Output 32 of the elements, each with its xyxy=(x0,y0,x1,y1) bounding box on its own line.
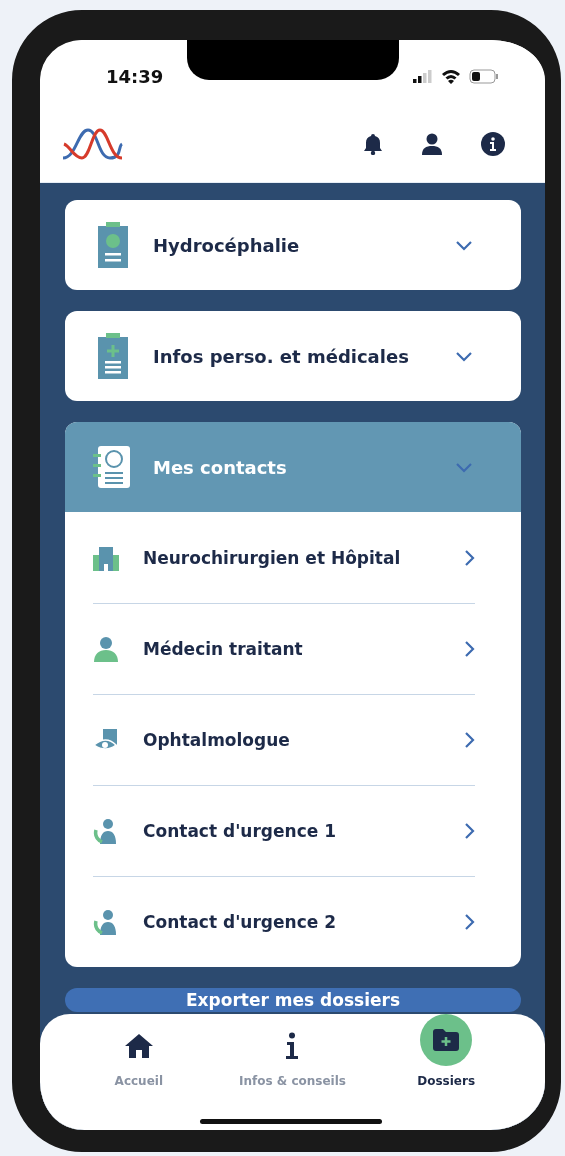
person-phone-icon xyxy=(93,818,119,844)
wifi-icon xyxy=(441,69,461,84)
profile-icon[interactable] xyxy=(421,132,443,155)
folder-add-icon xyxy=(432,1028,461,1052)
contact-item[interactable]: Médecin traitant xyxy=(93,603,475,694)
chevron-right-icon xyxy=(464,822,475,840)
signal-icon xyxy=(413,70,433,83)
export-button[interactable]: Exporter mes dossiers xyxy=(65,988,521,1012)
chevron-down-icon xyxy=(455,350,473,362)
chevron-down-icon xyxy=(455,239,473,251)
chevron-right-icon xyxy=(464,548,475,567)
contact-item[interactable]: Ophtalmologue xyxy=(93,694,475,785)
chevron-right-icon xyxy=(464,913,475,931)
contact-item[interactable]: Contact d'urgence 2 xyxy=(93,876,475,967)
battery-icon xyxy=(469,69,499,84)
info-icon xyxy=(285,1032,300,1060)
person-phone-icon xyxy=(93,909,119,935)
chevron-right-icon xyxy=(464,731,475,749)
clipboard-icon xyxy=(97,333,129,379)
nav-tab[interactable]: Dossiers xyxy=(381,1014,512,1130)
doctor-icon xyxy=(93,636,119,662)
home-icon xyxy=(123,1033,154,1059)
status-time: 14:39 xyxy=(106,66,164,87)
chevron-down-icon xyxy=(455,461,473,473)
chevron-right-icon xyxy=(464,640,475,658)
clipboard-icon xyxy=(97,222,129,268)
building-icon xyxy=(93,544,119,571)
contact-item[interactable]: Neurochirurgien et Hôpital xyxy=(93,512,475,603)
address-book-icon xyxy=(93,444,133,490)
contact-item[interactable]: Contact d'urgence 1 xyxy=(93,785,475,876)
info-icon[interactable] xyxy=(481,131,505,156)
bell-icon[interactable] xyxy=(363,132,383,155)
